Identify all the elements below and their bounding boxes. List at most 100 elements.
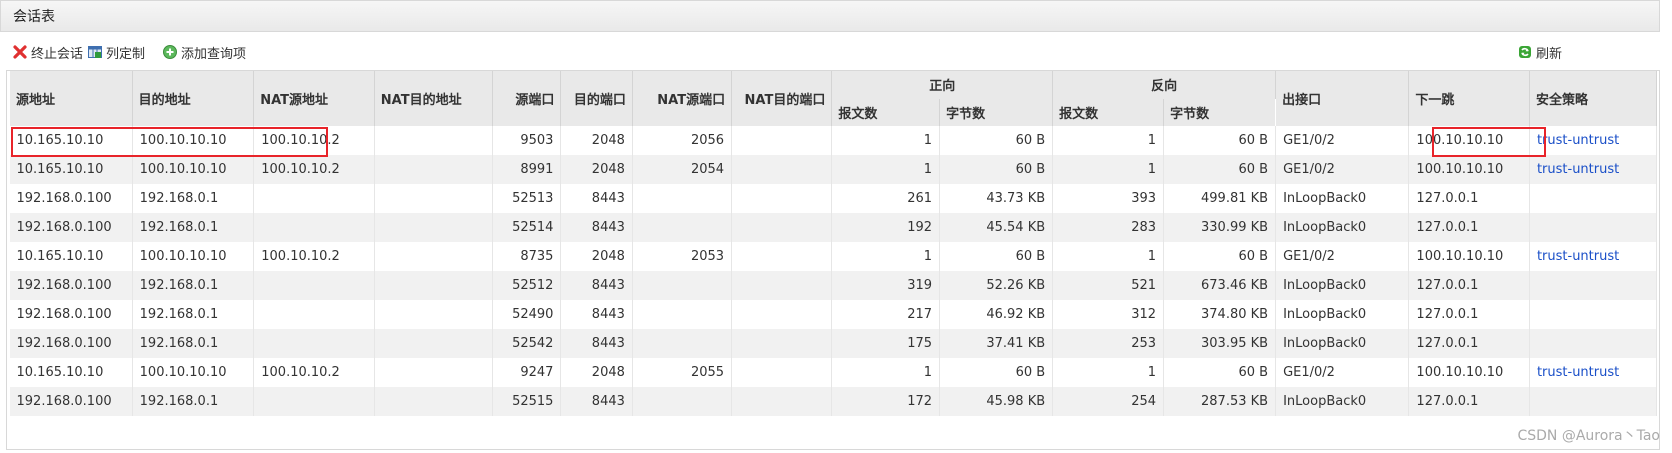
cell-fbytes: 45.54 KB: [939, 213, 1054, 242]
cell-nsport: [632, 329, 733, 358]
policy-link[interactable]: trust-untrust: [1537, 162, 1619, 177]
cell-rpkt: 1: [1052, 155, 1165, 184]
column-customize-button[interactable]: 列定制: [87, 42, 145, 62]
col-nat-src-addr[interactable]: NAT源地址: [253, 71, 375, 126]
col-next-hop[interactable]: 下一跳: [1408, 71, 1530, 126]
cell-ndport: [731, 184, 833, 213]
cell-dst: 100.10.10.10: [132, 242, 255, 271]
cell-sport: 52515: [492, 387, 562, 416]
col-src-addr[interactable]: 源地址: [9, 71, 133, 126]
cell-policy: trust-untrust: [1529, 155, 1658, 184]
col-dst-addr[interactable]: 目的地址: [131, 71, 255, 126]
cell-nat_src: 100.10.10.2: [253, 358, 375, 387]
add-query-label: 添加查询项: [181, 46, 247, 62]
col-dst-port[interactable]: 目的端口: [560, 71, 633, 126]
cell-fbytes: 60 B: [939, 155, 1054, 184]
cell-policy: [1529, 329, 1658, 358]
col-nat-dst-port[interactable]: NAT目的端口: [731, 71, 833, 126]
cell-policy: [1529, 387, 1658, 416]
cell-fpkt: 1: [831, 155, 941, 184]
cell-nh: 127.0.0.1: [1408, 387, 1530, 416]
panel-title-text: 会话表: [13, 9, 55, 25]
cell-rbytes: 60 B: [1163, 155, 1277, 184]
cell-policy: trust-untrust: [1529, 242, 1658, 271]
refresh-button[interactable]: 刷新: [1517, 42, 1562, 62]
cell-rpkt: 254: [1052, 387, 1165, 416]
cell-dport: 2048: [560, 358, 633, 387]
table-row[interactable]: 10.165.10.10 100.10.10.10 100.10.10.2 8991 2…: [9, 155, 1658, 184]
table-row[interactable]: 192.168.0.100 192.168.0.1 52513 8443 261 43.7…: [9, 184, 1658, 213]
cell-nat_dst: [374, 387, 494, 416]
col-out-interface[interactable]: 出接口: [1275, 71, 1410, 126]
cell-policy: trust-untrust: [1529, 358, 1658, 387]
cell-nat_src: [253, 213, 375, 242]
cell-nsport: [632, 387, 733, 416]
cell-src: 10.165.10.10: [9, 155, 133, 184]
table-row[interactable]: 10.165.10.10 100.10.10.10 100.10.10.2 8735 2…: [9, 242, 1658, 271]
terminate-session-button[interactable]: 终止会话: [12, 42, 83, 62]
table-row[interactable]: 10.165.10.10 100.10.10.10 100.10.10.2 9503 2…: [9, 126, 1658, 155]
col-forward-bytes[interactable]: 字节数: [939, 98, 1054, 126]
cell-sport: 52490: [492, 300, 562, 329]
col-nat-src-port[interactable]: NAT源端口: [631, 71, 733, 126]
table-row[interactable]: 192.168.0.100 192.168.0.1 52490 8443 217 46.9…: [9, 300, 1658, 329]
cell-ndport: [731, 358, 833, 387]
cell-ndport: [731, 329, 833, 358]
cell-rpkt: 253: [1052, 329, 1165, 358]
table-row[interactable]: 192.168.0.100 192.168.0.1 52542 8443 175 37.4…: [9, 329, 1658, 358]
table-row[interactable]: 10.165.10.10 100.10.10.10 100.10.10.2 9247 2…: [9, 358, 1658, 387]
policy-link[interactable]: trust-untrust: [1537, 365, 1619, 380]
cell-dport: 8443: [560, 387, 633, 416]
cell-rbytes: 374.80 KB: [1163, 300, 1277, 329]
table-row[interactable]: 192.168.0.100 192.168.0.1 52514 8443 192 45.5…: [9, 213, 1658, 242]
cell-nat_src: 100.10.10.2: [253, 242, 375, 271]
table-row[interactable]: 192.168.0.100 192.168.0.1 52512 8443 319 52.2…: [9, 271, 1658, 300]
col-src-port[interactable]: 源端口: [492, 71, 562, 126]
cell-src: 192.168.0.100: [9, 184, 133, 213]
cell-oif: GE1/0/2: [1275, 155, 1410, 184]
cell-rbytes: 60 B: [1163, 358, 1277, 387]
cell-fbytes: 60 B: [939, 126, 1054, 155]
cell-dport: 8443: [560, 271, 633, 300]
cell-oif: InLoopBack0: [1275, 329, 1410, 358]
cell-oif: GE1/0/2: [1275, 358, 1410, 387]
cell-nh: 127.0.0.1: [1408, 271, 1530, 300]
cell-dst: 100.10.10.10: [132, 126, 255, 155]
cell-nh: 127.0.0.1: [1408, 329, 1530, 358]
cell-rbytes: 303.95 KB: [1163, 329, 1277, 358]
cell-nat_dst: [374, 155, 494, 184]
cell-ndport: [731, 242, 833, 271]
cell-fpkt: 1: [831, 358, 941, 387]
cell-sport: 9503: [492, 126, 562, 155]
panel-title: 会话表: [0, 0, 1660, 32]
col-reverse-bytes[interactable]: 字节数: [1163, 98, 1277, 126]
cell-dport: 8443: [560, 184, 633, 213]
cell-dst: 192.168.0.1: [132, 271, 255, 300]
cell-dport: 2048: [560, 126, 633, 155]
col-security-policy[interactable]: 安全策略: [1528, 71, 1658, 126]
col-reverse-packets[interactable]: 报文数: [1052, 98, 1165, 126]
policy-link[interactable]: trust-untrust: [1537, 249, 1619, 264]
cell-rpkt: 1: [1052, 126, 1165, 155]
add-query-button[interactable]: 添加查询项: [162, 42, 246, 62]
cell-src: 192.168.0.100: [9, 387, 133, 416]
cell-fbytes: 60 B: [939, 358, 1054, 387]
cell-fbytes: 52.26 KB: [939, 271, 1054, 300]
policy-link[interactable]: trust-untrust: [1537, 133, 1619, 148]
cell-fpkt: 261: [831, 184, 941, 213]
col-nat-dst-addr[interactable]: NAT目的地址: [373, 71, 494, 126]
cell-src: 192.168.0.100: [9, 300, 133, 329]
cell-nh: 100.10.10.10: [1408, 242, 1530, 271]
cell-rbytes: 499.81 KB: [1163, 184, 1277, 213]
cell-nsport: 2054: [632, 155, 733, 184]
watermark: CSDN @Aurora丶Tao: [1517, 428, 1660, 444]
table-row[interactable]: 192.168.0.100 192.168.0.1 52515 8443 172 45.9…: [9, 387, 1658, 416]
cell-ndport: [731, 126, 833, 155]
cell-sport: 8735: [492, 242, 562, 271]
cell-nat_dst: [374, 184, 494, 213]
cell-sport: 52542: [492, 329, 562, 358]
col-forward-packets[interactable]: 报文数: [831, 98, 941, 126]
cell-nsport: [632, 300, 733, 329]
cell-dport: 2048: [560, 155, 633, 184]
session-table-body: 10.165.10.10 100.10.10.10 100.10.10.2 9503 2…: [9, 126, 1658, 416]
